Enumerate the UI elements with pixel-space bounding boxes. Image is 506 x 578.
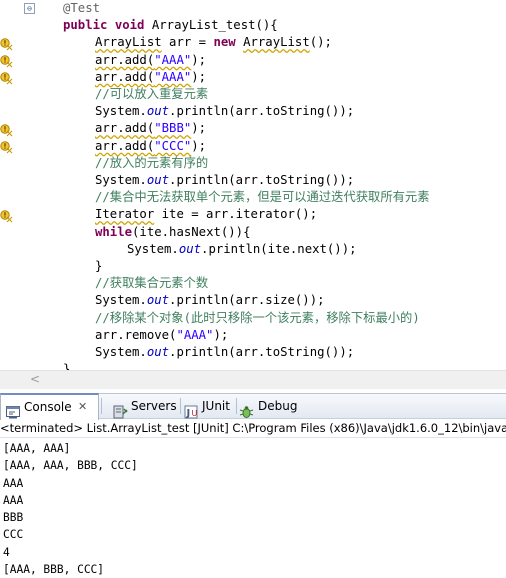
code-token: //放入的元素有序的 (95, 155, 209, 170)
svg-text:U: U (192, 409, 198, 418)
code-line: System.out.println(arr.toString()); (0, 172, 506, 189)
console-output-line: AAA (3, 493, 24, 507)
code-line: } (0, 361, 506, 370)
code-line: //集合中无法获取单个元素，但是可以通过迭代获取所有元素 (0, 189, 506, 206)
code-token: @Test (63, 1, 101, 15)
code-token: ArrayList (243, 35, 310, 50)
code-token: ); (191, 52, 207, 67)
code-token: ArrayList_test(){ (144, 18, 278, 33)
code-token: .println(arr.toString()); (169, 104, 355, 119)
code-token: //可以放入重复元素 (95, 87, 209, 101)
code-line: while(ite.hasNext()){ (0, 224, 506, 241)
code-token: } (95, 259, 103, 273)
code-token: arr.add( (95, 69, 155, 84)
code-token: //获取集合元素个数 (95, 276, 209, 291)
code-token: ); (191, 121, 207, 136)
code-token: "BBB" (154, 121, 192, 136)
code-token: ); (191, 138, 207, 153)
tab-console-label: Console (24, 400, 72, 414)
code-line: arr.add("BBB"); (0, 120, 506, 137)
code-line: //移除某个对象(此时只移除一个该元素，移除下标最小的) (0, 310, 506, 327)
code-token: out (146, 293, 170, 308)
tab-debug-label: Debug (258, 399, 298, 413)
code-line: public void ArrayList_test(){ (0, 17, 506, 34)
code-token: ); (213, 327, 229, 342)
code-token: arr.add( (95, 52, 155, 67)
console-output-line: [AAA, AAA] (3, 442, 71, 455)
code-token: "AAA" (154, 69, 192, 84)
code-line: @Test (0, 0, 506, 17)
code-token: System. (95, 173, 147, 187)
code-editor[interactable]: ⊖ @Test public void ArrayList_test(){Arra… (0, 0, 506, 370)
code-line: //获取集合元素个数 (0, 275, 506, 292)
code-token: (ite.hasNext()){ (132, 224, 251, 239)
code-token: System. (95, 293, 147, 308)
tab-junit[interactable]: JU JUnit (184, 394, 234, 419)
code-token: arr.add( (95, 121, 155, 136)
code-line: } (0, 258, 506, 275)
code-token: System. (127, 241, 179, 256)
code-line: System.out.println(ite.next()); (0, 241, 506, 258)
code-token: .println(ite.next()); (201, 241, 357, 256)
code-line: arr.remove("AAA"); (0, 327, 506, 344)
code-token: "AAA" (176, 327, 214, 342)
code-token: ); (191, 69, 207, 84)
console-status-line: <terminated> List.ArrayList_test [JUnit]… (0, 419, 506, 438)
tab-console[interactable]: Console ✕ (0, 393, 99, 420)
code-line: arr.add("AAA"); (0, 52, 506, 69)
code-token: .println(arr.toString()); (169, 345, 355, 359)
editor-horizontal-scrollbar[interactable]: < (0, 370, 506, 389)
code-token: System. (95, 345, 147, 359)
code-token: out (178, 241, 202, 256)
code-line: Iterator ite = arr.iterator(); (0, 206, 506, 223)
tab-junit-label: JUnit (202, 399, 230, 413)
code-token: out (146, 173, 170, 187)
code-line: ArrayList arr = new ArrayList(); (0, 34, 506, 51)
code-token: arr.add( (95, 138, 155, 153)
console-output-line: 4 (3, 545, 10, 559)
tab-debug[interactable]: Debug (239, 394, 303, 418)
code-token: ArrayList (95, 35, 162, 50)
code-token: //集合中无法获取单个元素，但是可以通过迭代获取所有元素 (95, 190, 430, 205)
code-token: //移除某个对象(此时只移除一个该元素，移除下标最小的) (95, 310, 420, 325)
code-token: new (213, 35, 236, 50)
code-token: } (63, 362, 71, 370)
code-token: while (95, 224, 133, 239)
console-view-tab-bar: Console ✕ Servers JU JUnit Debug (0, 393, 506, 420)
svg-text:J: J (186, 408, 191, 419)
console-output-line: BBB (3, 511, 24, 525)
code-token: arr.remove( (95, 327, 177, 342)
code-token: arr = (161, 35, 214, 50)
code-token: "AAA" (154, 52, 192, 67)
code-token: void (114, 18, 145, 33)
console-output-line: [AAA, BBB, CCC] (3, 563, 105, 577)
tab-servers-label: Servers (131, 399, 177, 413)
code-line: arr.add("CCC"); (0, 138, 506, 155)
console-output-line: CCC (3, 528, 24, 542)
close-icon[interactable]: ✕ (78, 395, 87, 419)
code-token: System. (95, 104, 147, 119)
code-line: //可以放入重复元素 (0, 86, 506, 103)
code-line: //放入的元素有序的 (0, 155, 506, 172)
code-line: arr.add("AAA"); (0, 69, 506, 86)
console-output[interactable]: [AAA, AAA] [AAA, AAA, BBB, CCC] AAA AAA BBB C… (3, 440, 503, 578)
code-token: public (63, 18, 108, 33)
tab-servers[interactable]: Servers (113, 394, 179, 418)
code-token: out (146, 345, 170, 359)
code-token: ite = arr.iterator(); (154, 207, 318, 222)
console-output-line: [AAA, AAA, BBB, CCC] (3, 459, 138, 473)
code-token: out (146, 104, 170, 119)
code-line: System.out.println(arr.size()); (0, 292, 506, 309)
code-token: (); (309, 35, 332, 50)
code-token: .println(arr.toString()); (169, 173, 355, 187)
code-token: Iterator (95, 207, 155, 222)
code-line: System.out.println(arr.toString()); (0, 103, 506, 120)
code-token: "CCC" (154, 138, 192, 153)
code-token: .println(arr.size()); (169, 293, 325, 308)
scroll-left-arrow[interactable]: < (30, 372, 40, 386)
console-output-line: AAA (3, 476, 24, 490)
code-line: System.out.println(arr.toString()); (0, 344, 506, 361)
